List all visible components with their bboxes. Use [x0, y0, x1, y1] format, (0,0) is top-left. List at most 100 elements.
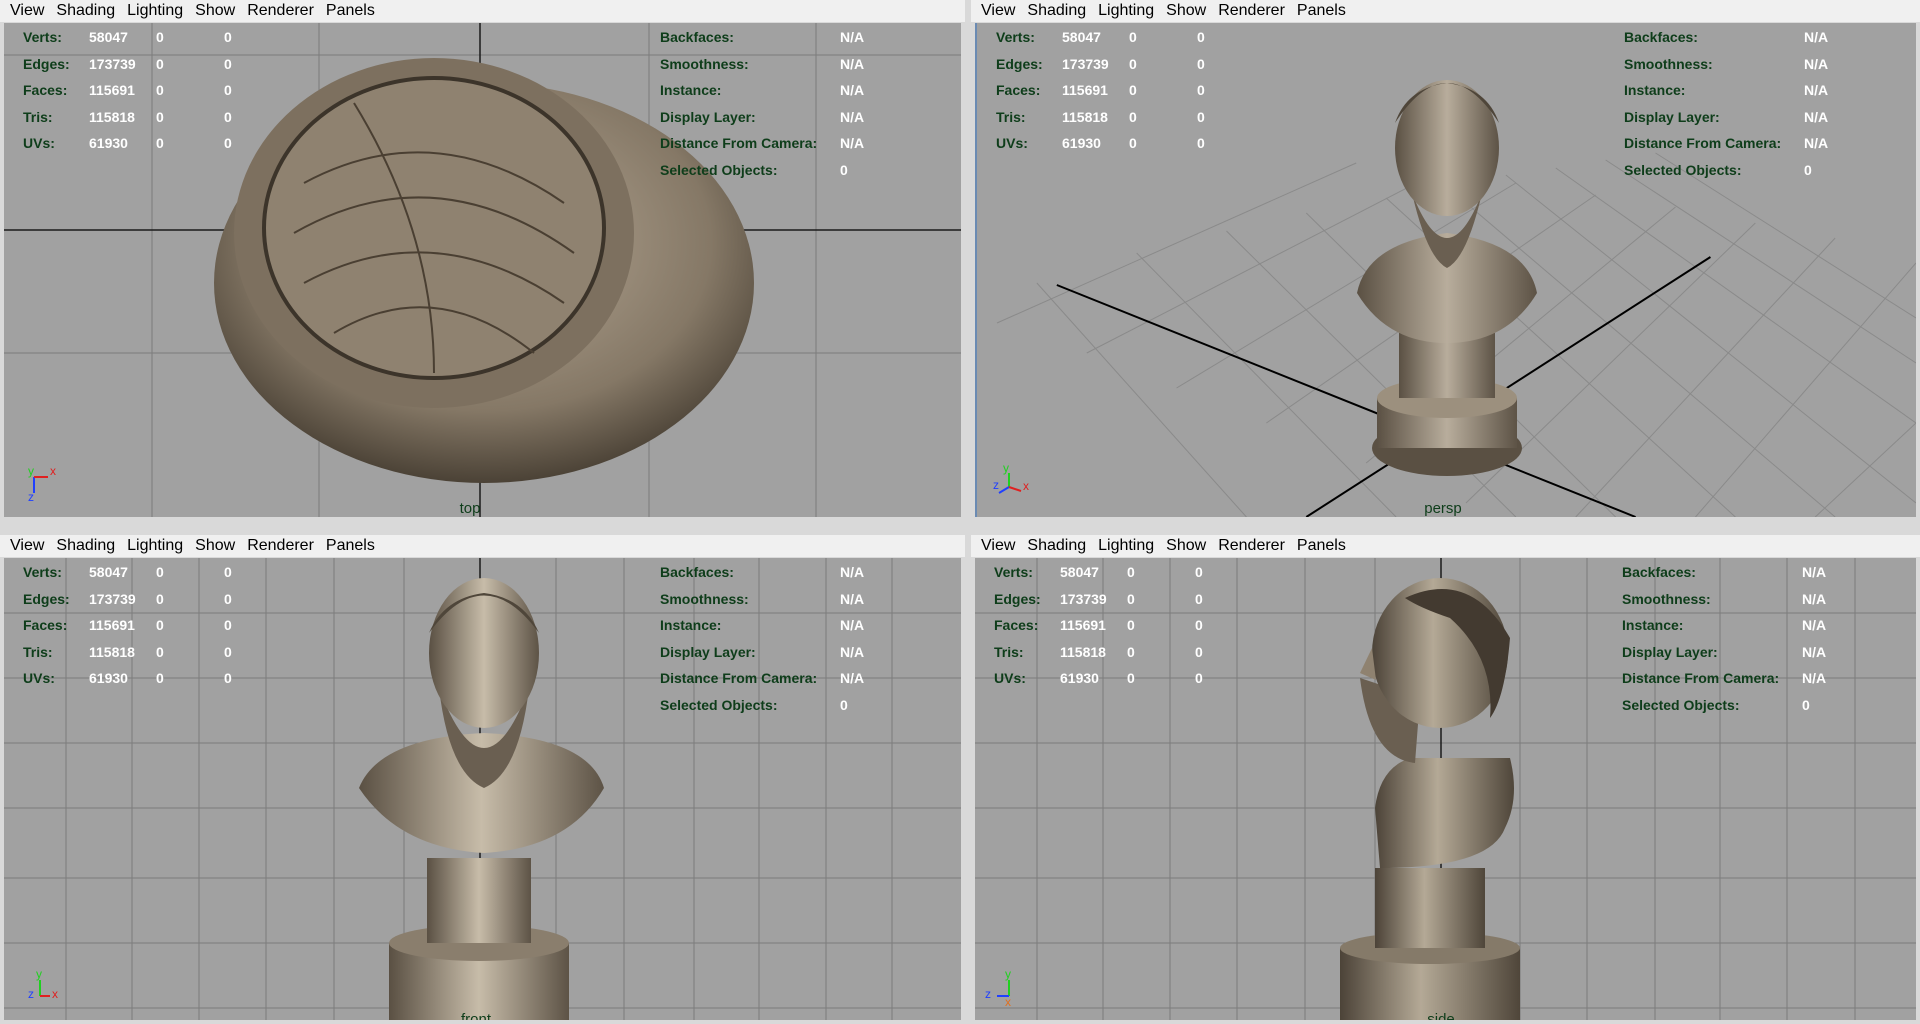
hud-label: Faces: — [23, 82, 68, 99]
hud-poly-count: Verts: 58047 0 0 Edges: 173739 0 0 Faces: 11569… — [23, 559, 254, 692]
viewport-side[interactable]: side y z x Verts: 58047 0 0 Edges: 173739 0 0 … — [975, 558, 1916, 1020]
menu-renderer[interactable]: Renderer — [1212, 537, 1291, 555]
hud-value: N/A — [840, 135, 865, 152]
menu-panels[interactable]: Panels — [320, 2, 381, 20]
hud-value: 0 — [840, 161, 848, 178]
menu-shading[interactable]: Shading — [1021, 2, 1092, 20]
hud-value: 0 — [224, 590, 232, 607]
hud-value: 0 — [224, 617, 232, 634]
hud-value: 0 — [1195, 670, 1203, 687]
hud-label: Smoothness: — [660, 55, 749, 72]
axis-y-label: y — [36, 967, 42, 981]
bust-model-persp[interactable] — [1337, 43, 1557, 493]
hud-value: 0 — [224, 82, 232, 99]
bust-model-front[interactable] — [359, 568, 609, 1020]
hud-value: N/A — [1802, 564, 1827, 581]
menu-view[interactable]: View — [4, 537, 50, 555]
hud-value: 115818 — [89, 108, 135, 125]
axis-z-label: z — [28, 490, 34, 504]
menu-renderer[interactable]: Renderer — [241, 537, 320, 555]
panel-menubar: View Shading Lighting Show Renderer Pane… — [971, 0, 1920, 22]
hud-value: 0 — [1127, 617, 1135, 634]
menu-renderer[interactable]: Renderer — [241, 2, 320, 20]
hud-value: 0 — [224, 135, 232, 152]
hud-value: 173739 — [1060, 590, 1107, 607]
hud-value: 0 — [1129, 55, 1137, 72]
hud-label: UVs: — [23, 670, 55, 687]
hud-value: 0 — [156, 670, 164, 687]
menu-show[interactable]: Show — [1160, 537, 1212, 555]
hud-value: 0 — [1127, 670, 1135, 687]
hud-label: Display Layer: — [1624, 108, 1720, 125]
hud-value: N/A — [1804, 55, 1829, 72]
menu-view[interactable]: View — [975, 2, 1021, 20]
hud-label: Smoothness: — [1624, 55, 1713, 72]
menu-lighting[interactable]: Lighting — [1092, 537, 1160, 555]
viewport-persp[interactable]: persp y z x Verts: 58047 0 0 Edges: 173739 0 0… — [975, 23, 1916, 517]
hud-label: Edges: — [23, 55, 70, 72]
panel-menubar: View Shading Lighting Show Renderer Pane… — [0, 535, 965, 557]
hud-value: 0 — [224, 29, 232, 46]
hud-value: 0 — [1195, 590, 1203, 607]
menu-show[interactable]: Show — [189, 537, 241, 555]
hud-value: 0 — [224, 670, 232, 687]
hud-value: N/A — [840, 108, 865, 125]
hud-label: Faces: — [994, 617, 1039, 634]
viewport-top[interactable]: top y x z Verts: 58047 0 0 Edges: 173739 0 0 F… — [4, 23, 961, 517]
hud-label: Tris: — [996, 108, 1026, 125]
camera-label-top: top — [459, 500, 481, 517]
hud-label: Instance: — [1624, 82, 1686, 99]
hud-poly-count: Verts: 58047 0 0 Edges: 173739 0 0 Faces: 11569… — [996, 24, 1227, 157]
hud-value: 0 — [224, 108, 232, 125]
panel-menubar: View Shading Lighting Show Renderer Pane… — [0, 0, 965, 22]
menu-shading[interactable]: Shading — [50, 2, 121, 20]
menu-show[interactable]: Show — [1160, 2, 1212, 20]
menu-shading[interactable]: Shading — [1021, 537, 1092, 555]
axis-indicator: y z x — [993, 461, 1033, 503]
menu-lighting[interactable]: Lighting — [121, 2, 189, 20]
menu-shading[interactable]: Shading — [50, 537, 121, 555]
menu-show[interactable]: Show — [189, 2, 241, 20]
hud-label: Selected Objects: — [1624, 161, 1742, 178]
menu-view[interactable]: View — [4, 2, 50, 20]
menu-panels[interactable]: Panels — [320, 537, 381, 555]
hud-label: Instance: — [660, 617, 722, 634]
hud-value: 115818 — [1062, 108, 1108, 125]
bust-model-side[interactable] — [1320, 568, 1550, 1020]
menu-view[interactable]: View — [975, 537, 1021, 555]
hud-label: Smoothness: — [1622, 590, 1711, 607]
hud-label: Smoothness: — [660, 590, 749, 607]
hud-label: Selected Objects: — [1622, 696, 1740, 713]
hud-value: 0 — [156, 617, 164, 634]
hud-label: UVs: — [994, 670, 1026, 687]
menu-panels[interactable]: Panels — [1291, 2, 1352, 20]
hud-value: 61930 — [1062, 135, 1101, 152]
hud-value: 0 — [224, 643, 232, 660]
menu-renderer[interactable]: Renderer — [1212, 2, 1291, 20]
hud-value: 0 — [1197, 135, 1205, 152]
hud-value: 58047 — [89, 29, 128, 46]
hud-label: Verts: — [996, 29, 1035, 46]
hud-label: Instance: — [660, 82, 722, 99]
viewport-front[interactable]: front y z x Verts: 58047 0 0 Edges: 173739 0 0… — [4, 558, 961, 1020]
hud-value: N/A — [840, 643, 865, 660]
hud-value: 0 — [1195, 617, 1203, 634]
camera-label-front: front — [460, 1011, 492, 1020]
hud-object-details: Backfaces: N/A Smoothness: N/A Instance: N/… — [660, 24, 864, 183]
hud-value: 0 — [1127, 590, 1135, 607]
axis-z-label: z — [993, 478, 999, 492]
menu-panels[interactable]: Panels — [1291, 537, 1352, 555]
menu-lighting[interactable]: Lighting — [121, 537, 189, 555]
hud-label: Tris: — [23, 108, 53, 125]
hud-value: N/A — [840, 55, 865, 72]
hud-value: 58047 — [89, 564, 128, 581]
hud-value: 61930 — [89, 135, 128, 152]
hud-value: N/A — [840, 82, 865, 99]
hud-value: 115691 — [1062, 82, 1108, 99]
menu-lighting[interactable]: Lighting — [1092, 2, 1160, 20]
hud-value: 0 — [156, 135, 164, 152]
axis-x-label: x — [1005, 995, 1011, 1009]
hud-label: Backfaces: — [1622, 564, 1696, 581]
axis-y-label: y — [1003, 461, 1009, 475]
hud-label: Faces: — [23, 617, 68, 634]
